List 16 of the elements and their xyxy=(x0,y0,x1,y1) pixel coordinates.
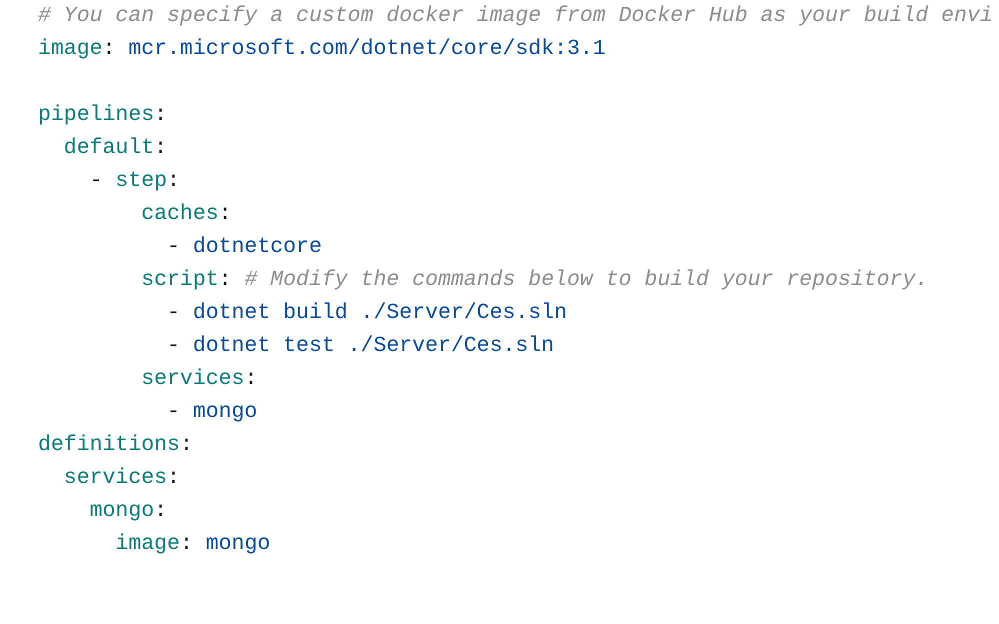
code-line: definitions: xyxy=(38,432,194,459)
code-line: image: mongo xyxy=(114,531,272,558)
code-line: pipelines: xyxy=(38,102,168,129)
code-line: services: xyxy=(62,465,181,492)
code-line: - dotnet build ./Server/Ces.sln xyxy=(166,300,568,327)
code-line: - dotnet test ./Server/Ces.sln xyxy=(166,333,556,360)
code-line: # You can specify a custom docker image from Docker Hub as your build envi xyxy=(38,3,994,30)
code-line: services: xyxy=(140,366,258,393)
code-line: - mongo xyxy=(166,399,258,426)
code-line: script: # Modify the commands below to build your repository. xyxy=(140,267,930,294)
code-line: caches: xyxy=(140,201,233,228)
code-line: mongo: xyxy=(88,498,168,525)
code-line: default: xyxy=(62,135,168,162)
code-line: - dotnetcore xyxy=(166,234,323,261)
code-line: - step: xyxy=(88,168,181,195)
code-line: image: mcr.microsoft.com/dotnet/core/sdk:3.1 xyxy=(38,36,607,63)
